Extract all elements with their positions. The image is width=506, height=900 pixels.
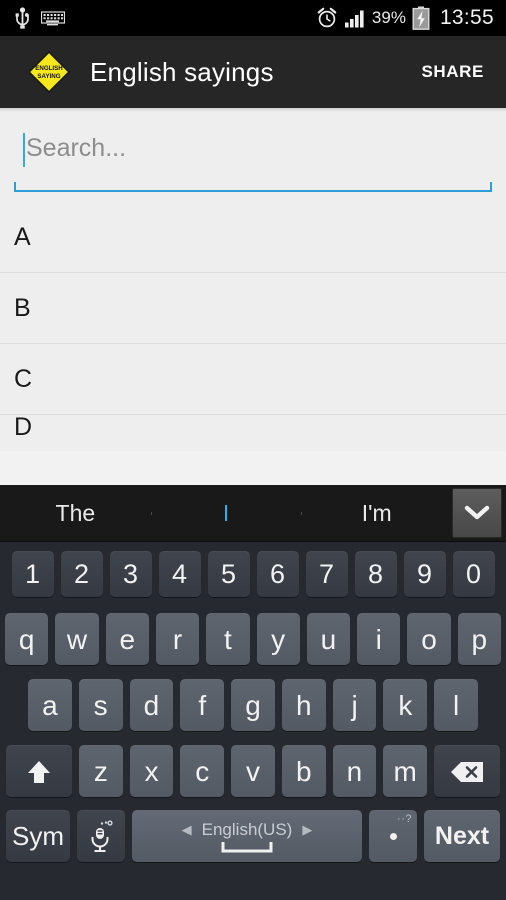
app-logo-icon[interactable]: ENGLISH SAYING: [26, 49, 72, 95]
key-m[interactable]: m: [383, 745, 428, 797]
key-z[interactable]: z: [79, 745, 123, 797]
share-button[interactable]: SHARE: [415, 52, 490, 92]
list-item-label: C: [14, 364, 33, 393]
page-title: English sayings: [90, 56, 274, 87]
key-e[interactable]: e: [105, 613, 149, 665]
list-item-label: A: [14, 222, 31, 251]
key-a[interactable]: a: [27, 679, 72, 731]
key-o[interactable]: o: [407, 613, 451, 665]
next-key[interactable]: Next: [424, 810, 500, 862]
key-s[interactable]: s: [78, 679, 123, 731]
space-key[interactable]: ◀ English(US) ▶: [132, 810, 362, 862]
app-logo-line2: SAYING: [37, 73, 60, 80]
search-input[interactable]: Search...: [14, 128, 492, 180]
key-f[interactable]: f: [180, 679, 225, 731]
list-item-label: B: [14, 293, 31, 322]
phone-screen: 39% 13:55 ENGLISH SAYING English sayings…: [0, 0, 506, 900]
keyboard-row-bottom: z x c v b n m: [0, 738, 506, 804]
prev-language-arrow-icon[interactable]: ◀: [182, 822, 192, 838]
key-3[interactable]: 3: [109, 551, 152, 597]
shift-key[interactable]: [6, 745, 72, 797]
list-item[interactable]: C: [0, 344, 506, 415]
key-t[interactable]: t: [206, 613, 250, 665]
suggestion-item[interactable]: The: [0, 500, 151, 527]
spacebar-glyph-icon: [221, 842, 273, 853]
alarm-clock-icon: [316, 7, 338, 29]
key-v[interactable]: v: [231, 745, 275, 797]
key-d[interactable]: d: [129, 679, 174, 731]
keyboard-row-numbers: 1 2 3 4 5 6 7 8 9 0: [0, 542, 506, 606]
list-item[interactable]: B: [0, 273, 506, 344]
suggestion-item[interactable]: I: [150, 500, 302, 527]
text-caret: [23, 133, 25, 167]
on-screen-keyboard: The I I'm 1 2 3 4 5 6 7 8 9 0 q w e r t …: [0, 485, 506, 900]
chevron-down-icon[interactable]: [452, 488, 503, 538]
key-n[interactable]: n: [332, 745, 377, 797]
key-9[interactable]: 9: [403, 551, 446, 597]
period-alt-marks: ··?: [397, 813, 412, 825]
backspace-key[interactable]: [434, 745, 500, 797]
action-bar: ENGLISH SAYING English sayings SHARE: [0, 36, 506, 108]
key-i[interactable]: i: [357, 613, 401, 665]
key-7[interactable]: 7: [305, 551, 348, 597]
key-w[interactable]: w: [55, 613, 99, 665]
search-field-container: Search...: [0, 112, 506, 192]
key-q[interactable]: q: [5, 613, 49, 665]
battery-percent-label: 39%: [371, 8, 406, 27]
key-k[interactable]: k: [383, 679, 428, 731]
letter-list: A B C D: [0, 202, 506, 451]
period-key[interactable]: ··?: [369, 810, 417, 862]
period-dot-icon: [389, 833, 397, 840]
key-0[interactable]: 0: [452, 551, 495, 597]
key-h[interactable]: h: [281, 679, 326, 731]
key-c[interactable]: c: [180, 745, 225, 797]
key-j[interactable]: j: [332, 679, 377, 731]
keyboard-row-top: q w e r t y u i o p: [0, 606, 506, 672]
key-5[interactable]: 5: [207, 551, 250, 597]
signal-bars-icon: [344, 9, 366, 28]
key-u[interactable]: u: [306, 613, 351, 665]
symbols-key[interactable]: Sym: [6, 810, 70, 862]
key-8[interactable]: 8: [354, 551, 397, 597]
key-1[interactable]: 1: [11, 551, 54, 597]
list-item-label: D: [14, 415, 33, 441]
suggestion-item[interactable]: I'm: [301, 500, 452, 527]
status-bar: 39% 13:55: [0, 0, 506, 36]
key-2[interactable]: 2: [60, 551, 103, 597]
battery-charging-icon: [412, 6, 430, 30]
microphone-key[interactable]: [77, 810, 125, 862]
list-item[interactable]: D: [0, 415, 506, 451]
key-x[interactable]: x: [129, 745, 174, 797]
key-p[interactable]: p: [457, 613, 501, 665]
keyboard-icon: [40, 10, 66, 26]
key-4[interactable]: 4: [158, 551, 201, 597]
key-r[interactable]: r: [155, 613, 200, 665]
search-placeholder: Search...: [26, 134, 127, 162]
key-l[interactable]: l: [434, 679, 479, 731]
backspace-delete-icon: [451, 761, 483, 782]
key-g[interactable]: g: [231, 679, 275, 731]
next-language-arrow-icon[interactable]: ▶: [302, 822, 312, 838]
usb-icon: [14, 7, 31, 29]
list-item[interactable]: A: [0, 202, 506, 273]
keyboard-row-function: Sym ◀ English(US) ▶ ··? Next: [0, 804, 506, 868]
key-b[interactable]: b: [281, 745, 326, 797]
status-bar-right-icons: 39% 13:55: [316, 6, 498, 30]
clock-label: 13:55: [439, 6, 494, 29]
space-language-label: English(US): [201, 820, 293, 839]
content-area: Search... A B C D: [0, 112, 506, 529]
microphone-settings-icon: [91, 819, 113, 852]
status-bar-left-icons: [8, 7, 66, 29]
key-y[interactable]: y: [256, 613, 300, 665]
search-underline: [14, 182, 492, 192]
suggestion-bar: The I I'm: [0, 485, 506, 542]
keyboard-row-home: a s d f g h j k l: [0, 672, 506, 738]
app-logo-line1: ENGLISH: [35, 65, 63, 72]
key-6[interactable]: 6: [256, 551, 299, 597]
shift-arrow-up-icon: [28, 760, 50, 783]
